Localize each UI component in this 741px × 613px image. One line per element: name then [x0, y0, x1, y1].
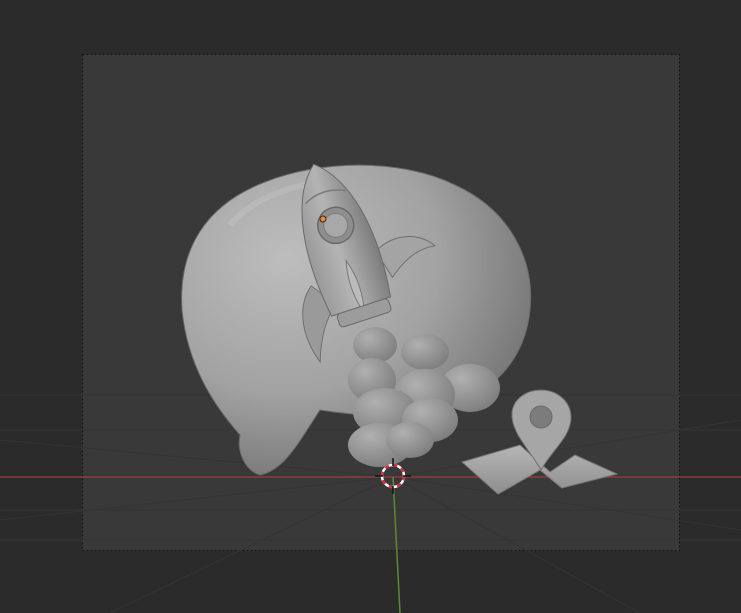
- scene-canvas[interactable]: [0, 0, 741, 613]
- viewport-3d[interactable]: [0, 0, 741, 613]
- object-origin-icon: [319, 215, 327, 223]
